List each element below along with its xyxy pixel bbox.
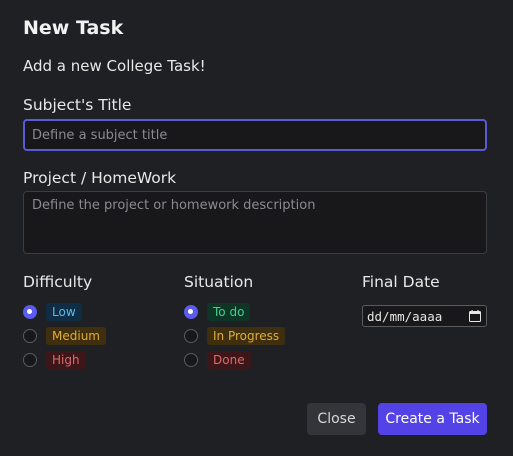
situation-option-in-progress[interactable]: In Progress xyxy=(184,326,286,346)
situation-option-todo[interactable]: To do xyxy=(184,302,251,322)
situation-option-done[interactable]: Done xyxy=(184,350,251,370)
radio-button[interactable] xyxy=(184,329,198,343)
difficulty-option-high[interactable]: High xyxy=(23,350,86,370)
difficulty-badge-low: Low xyxy=(46,303,82,321)
dialog-subtitle: Add a new College Task! xyxy=(23,57,206,75)
date-placeholder: dd/mm/aaaa xyxy=(367,308,443,324)
radio-button[interactable] xyxy=(184,305,198,319)
difficulty-option-medium[interactable]: Medium xyxy=(23,326,106,346)
situation-badge-done: Done xyxy=(207,351,251,369)
final-date-input[interactable]: dd/mm/aaaa xyxy=(362,305,487,327)
situation-badge-todo: To do xyxy=(207,303,251,321)
final-date-label: Final Date xyxy=(362,273,440,291)
subject-title-label: Subject's Title xyxy=(23,96,132,114)
project-label: Project / HomeWork xyxy=(23,169,177,187)
radio-button[interactable] xyxy=(23,305,37,319)
difficulty-badge-medium: Medium xyxy=(46,327,106,345)
radio-button[interactable] xyxy=(184,353,198,367)
subject-title-input[interactable] xyxy=(23,119,487,151)
dialog-title: New Task xyxy=(23,17,124,39)
difficulty-option-low[interactable]: Low xyxy=(23,302,82,322)
create-task-button[interactable]: Create a Task xyxy=(378,403,487,435)
difficulty-badge-high: High xyxy=(46,351,86,369)
new-task-dialog: New Task Add a new College Task! Subject… xyxy=(0,0,513,456)
difficulty-label: Difficulty xyxy=(23,273,93,291)
radio-button[interactable] xyxy=(23,353,37,367)
radio-button[interactable] xyxy=(23,329,37,343)
close-button[interactable]: Close xyxy=(307,403,366,435)
situation-badge-in-progress: In Progress xyxy=(207,327,286,345)
project-description-textarea[interactable] xyxy=(23,191,487,254)
calendar-icon[interactable] xyxy=(469,310,481,322)
situation-label: Situation xyxy=(184,273,254,291)
